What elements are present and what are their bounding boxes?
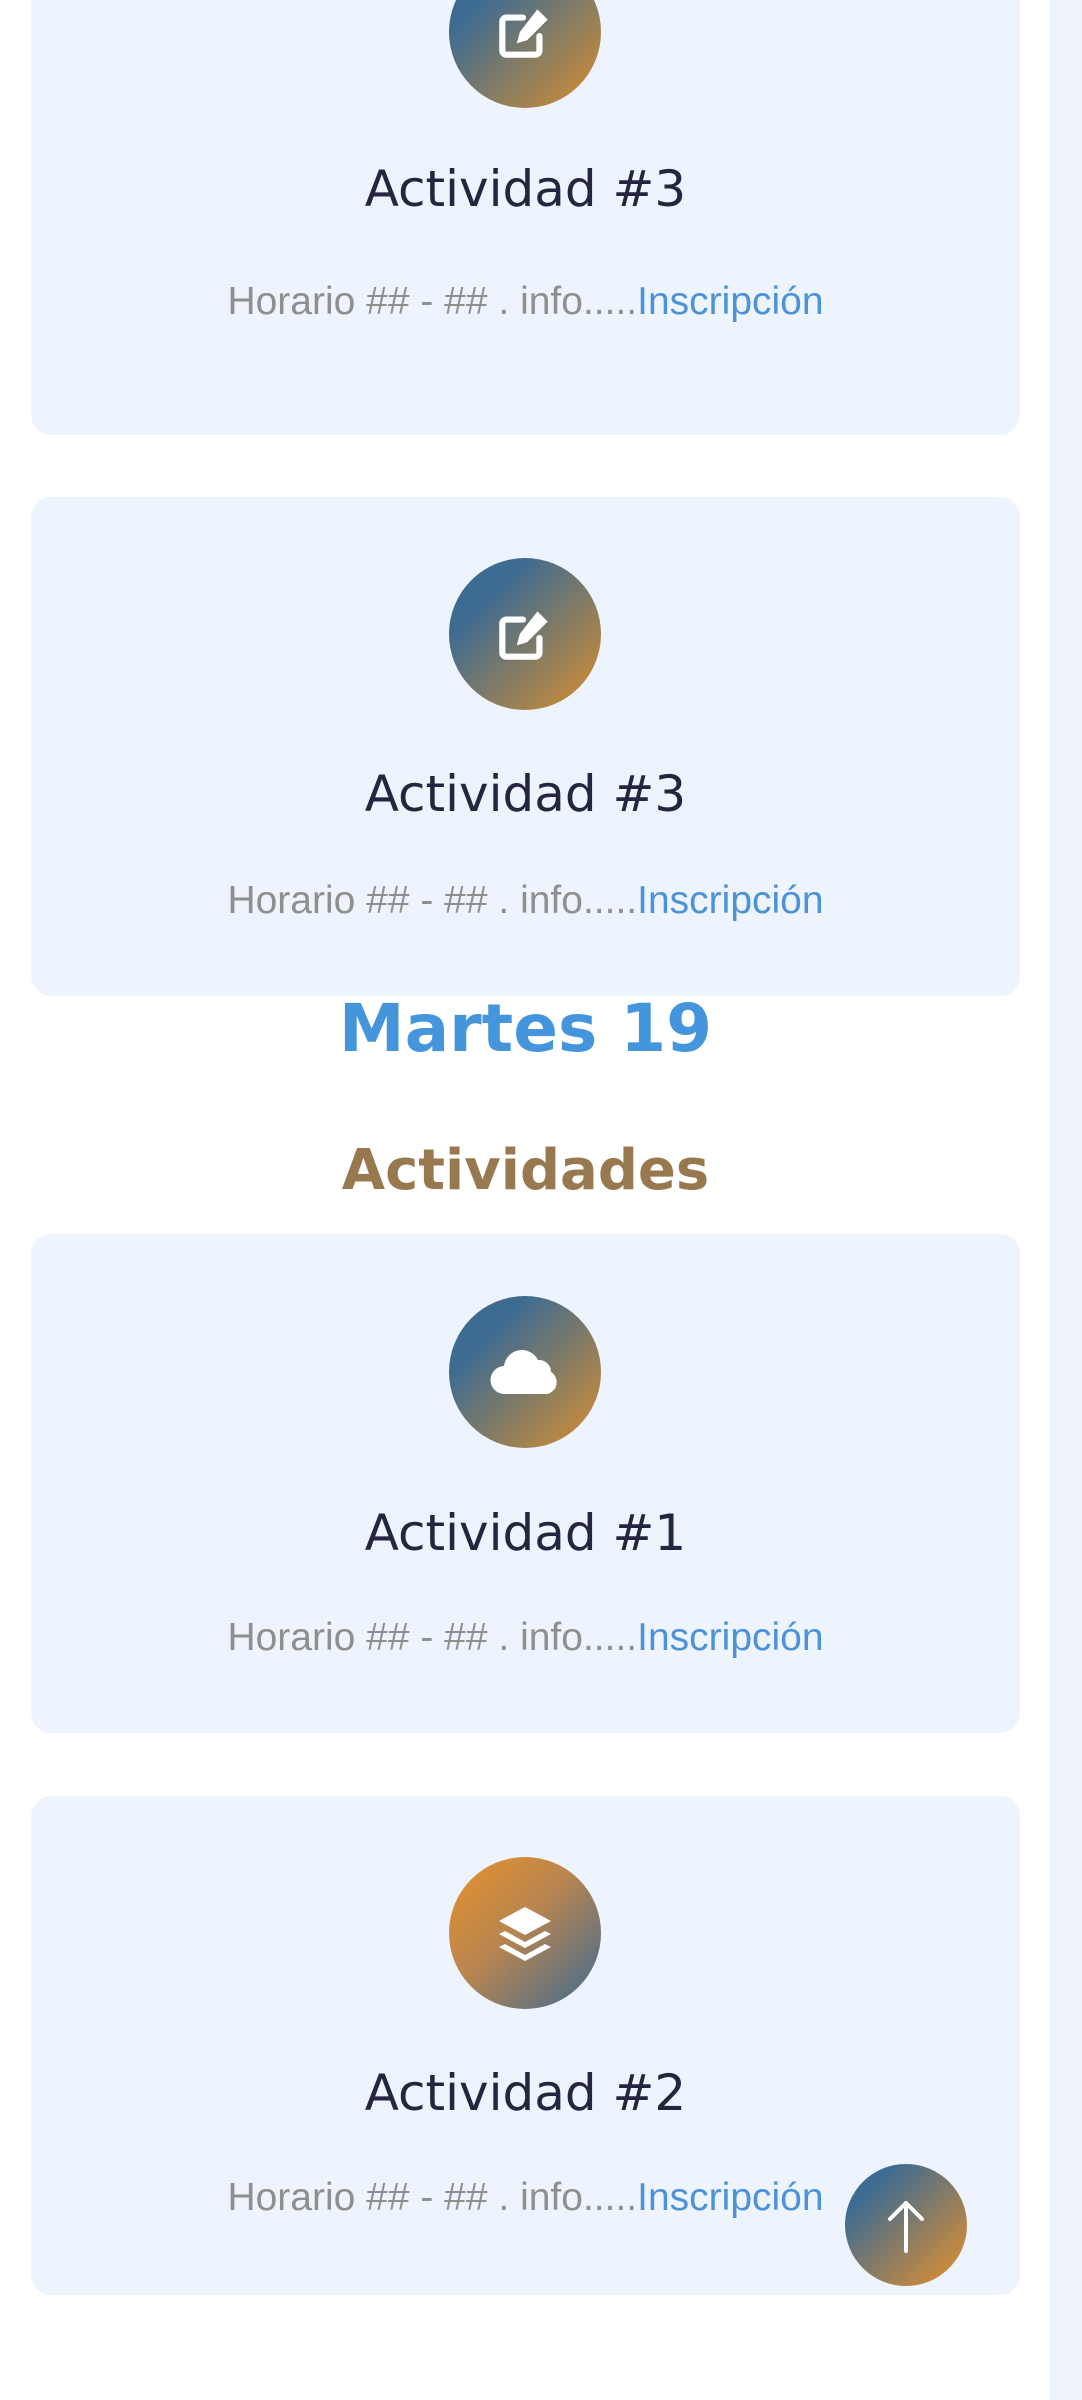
- inscription-link[interactable]: Inscripción: [637, 1616, 823, 1659]
- schedule-info: Horario ## - ## . info.....: [227, 2176, 638, 2219]
- activity-card: Actividad #3 Horario ## - ## . info.....…: [31, 0, 1020, 435]
- edit-icon: [449, 558, 601, 710]
- day-heading: Martes 19: [338, 990, 713, 1067]
- schedule-info: Horario ## - ## . info.....: [227, 879, 638, 922]
- inscription-link[interactable]: Inscripción: [637, 280, 823, 323]
- scrollbar-track[interactable]: [1050, 0, 1082, 2400]
- layers-icon: [449, 1857, 601, 2009]
- card-schedule-text: Horario ## - ## . info.....Inscripción: [31, 280, 1020, 324]
- card-title: Actividad #2: [364, 2064, 687, 2122]
- edit-icon: [449, 0, 601, 108]
- card-schedule-text: Horario ## - ## . info.....Inscripción: [31, 1616, 1020, 1660]
- arrow-up-icon: [888, 2201, 924, 2253]
- back-to-top-button[interactable]: [845, 2164, 967, 2286]
- card-schedule-text: Horario ## - ## . info.....Inscripción: [31, 879, 1020, 923]
- schedule-info: Horario ## - ## . info.....: [227, 1616, 638, 1659]
- activity-card: Actividad #3 Horario ## - ## . info.....…: [31, 497, 1020, 996]
- inscription-link[interactable]: Inscripción: [637, 879, 823, 922]
- cloud-icon: [449, 1296, 601, 1448]
- activity-card: Actividad #1 Horario ## - ## . info.....…: [31, 1234, 1020, 1733]
- card-title: Actividad #3: [364, 765, 687, 823]
- card-title: Actividad #1: [364, 1504, 687, 1562]
- card-title: Actividad #3: [364, 160, 687, 218]
- inscription-link[interactable]: Inscripción: [637, 2176, 823, 2219]
- schedule-info: Horario ## - ## . info.....: [227, 280, 638, 323]
- section-heading: Actividades: [341, 1138, 710, 1203]
